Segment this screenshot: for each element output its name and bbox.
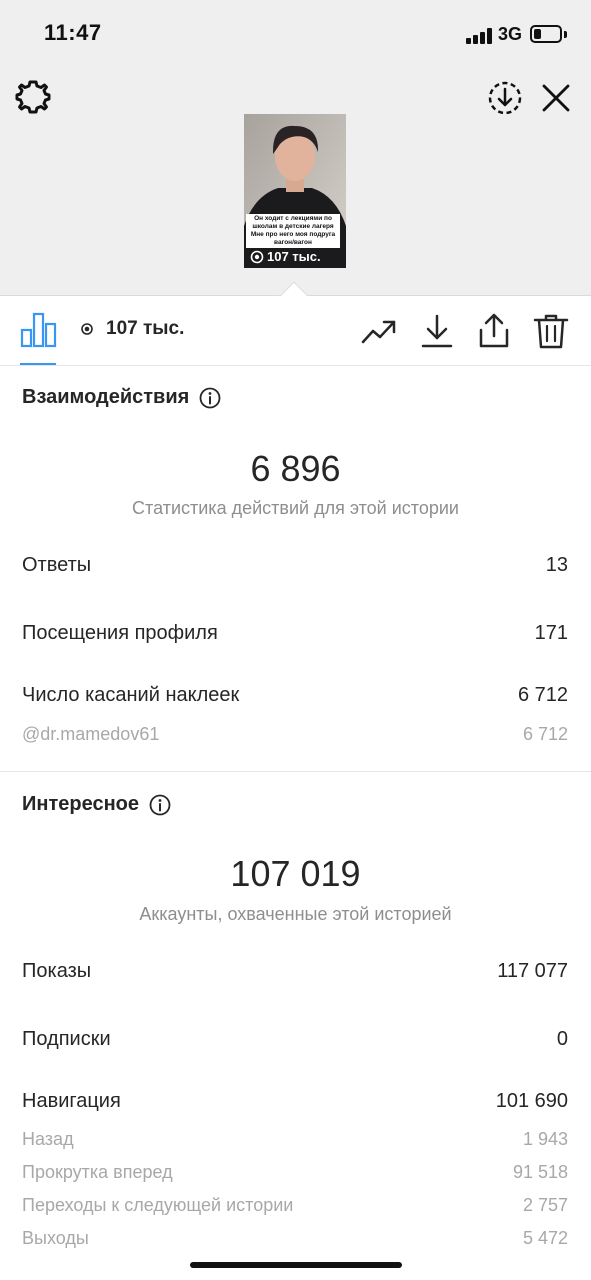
stat-label: Подписки (22, 1028, 111, 1050)
share-icon[interactable] (475, 312, 513, 350)
stat-row-impressions: Показы 117 077 (22, 960, 568, 983)
stat-label: Посещения профиля (22, 622, 218, 644)
story-caption: Он ходит с лекциями по школам в детские … (246, 214, 340, 248)
battery-level (534, 29, 541, 39)
battery-tip (564, 31, 567, 38)
stat-value: 117 077 (497, 960, 568, 982)
views-count: 107 тыс. (106, 318, 185, 339)
story-views-count: 107 тыс. (267, 249, 321, 264)
stat-label: Ответы (22, 554, 92, 576)
discovery-title-text: Интересное (22, 793, 139, 815)
network-label: 3G (498, 24, 523, 44)
substat-label: Прокрутка вперед (22, 1162, 173, 1182)
battery-icon (530, 25, 562, 43)
substat-row-back: Назад 1 943 (22, 1129, 568, 1150)
story-insights-screen: 11:47 3G Он ходит с лекциями по школам в… (0, 0, 591, 1280)
trash-icon[interactable] (532, 312, 570, 350)
story-thumbnail[interactable]: Он ходит с лекциями по школам в детские … (244, 114, 346, 268)
substat-value: 2 757 (522, 1195, 568, 1215)
stat-value: 171 (534, 622, 568, 644)
section-divider (0, 771, 591, 772)
insights-toolbar: 107 тыс. (0, 296, 591, 366)
eye-icon (81, 323, 93, 335)
story-preview-area: Он ходит с лекциями по школам в детские … (0, 70, 591, 296)
discovery-title: Интересное (22, 793, 171, 816)
info-icon[interactable] (199, 387, 221, 409)
stat-value: 0 (556, 1028, 568, 1050)
status-time: 11:47 (44, 20, 102, 45)
substat-row-forward: Прокрутка вперед 91 518 (22, 1162, 568, 1183)
stat-value: 101 690 (495, 1090, 568, 1112)
substat-label: @dr.mamedov61 (22, 724, 160, 744)
interactions-title: Взаимодействия (22, 386, 221, 409)
trending-up-icon[interactable] (360, 312, 398, 350)
stat-row-follows: Подписки 0 (22, 1028, 568, 1051)
substat-row-exits: Выходы 5 472 (22, 1228, 568, 1249)
story-views: 107 тыс. (250, 249, 321, 264)
stat-label: Показы (22, 960, 92, 982)
eye-icon (250, 250, 264, 263)
substat-label: Переходы к следующей истории (22, 1195, 294, 1215)
substat-value: 91 518 (512, 1162, 568, 1182)
stat-value: 6 712 (517, 684, 568, 706)
interactions-total: 6 896 (250, 448, 341, 489)
substat-value: 5 472 (522, 1228, 568, 1248)
home-indicator (190, 1262, 402, 1268)
substat-label: Выходы (22, 1228, 89, 1248)
interactions-caption: Статистика действий для этой истории (132, 498, 459, 518)
status-bar: 11:47 3G (0, 0, 591, 70)
stat-label: Число касаний наклеек (22, 684, 240, 706)
bar-chart-icon[interactable] (20, 312, 58, 348)
substat-row-mention: @dr.mamedov61 6 712 (22, 724, 568, 745)
stat-label: Навигация (22, 1090, 121, 1112)
discovery-caption: Аккаунты, охваченные этой историей (139, 904, 452, 924)
stat-row-replies: Ответы 13 (22, 554, 568, 577)
signal-icon (466, 28, 494, 44)
substat-value: 1 943 (522, 1129, 568, 1149)
substat-label: Назад (22, 1129, 74, 1149)
interactions-title-text: Взаимодействия (22, 386, 190, 408)
download-icon[interactable] (418, 312, 456, 350)
discovery-total: 107 019 (230, 853, 361, 894)
gear-icon[interactable] (14, 78, 52, 116)
active-tab-indicator (20, 363, 56, 365)
info-icon[interactable] (149, 794, 171, 816)
stat-row-profile-visits: Посещения профиля 171 (22, 622, 568, 645)
substat-row-next-story: Переходы к следующей истории 2 757 (22, 1195, 568, 1216)
stat-value: 13 (545, 554, 568, 576)
views-summary: 107 тыс. (80, 318, 184, 340)
substat-value: 6 712 (522, 724, 568, 744)
stat-row-sticker-taps: Число касаний наклеек 6 712 (22, 684, 568, 707)
stat-row-navigation: Навигация 101 690 (22, 1090, 568, 1113)
download-circle-icon[interactable] (485, 78, 525, 118)
close-icon[interactable] (538, 80, 574, 116)
